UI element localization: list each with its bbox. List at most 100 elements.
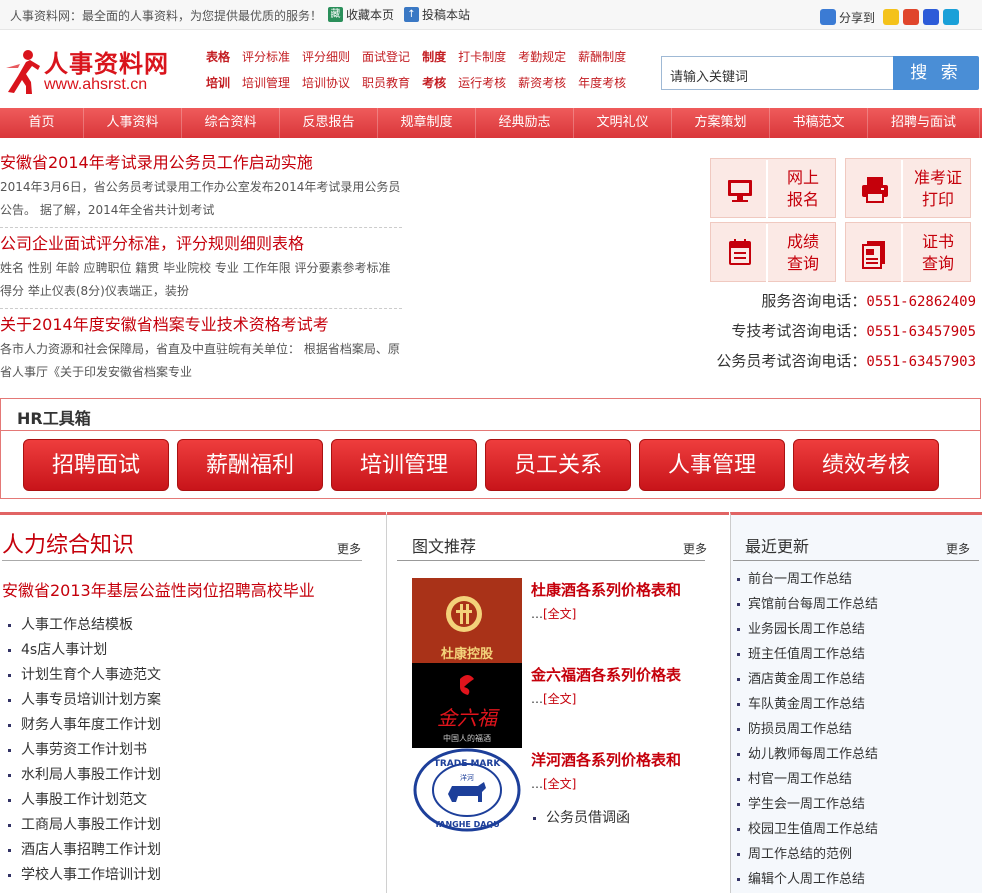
tencent-icon[interactable] <box>943 9 960 25</box>
hr-tool-button[interactable]: 招聘面试 <box>23 439 169 491</box>
header-link[interactable]: 运行考核 <box>458 74 506 100</box>
hr-tool-button[interactable]: 薪酬福利 <box>177 439 323 491</box>
list-item[interactable]: 酒店黄金周工作总结 <box>737 667 878 692</box>
news-title[interactable]: 公司企业面试评分标准，评分规则细则表格 <box>0 229 402 257</box>
nav-item[interactable]: 招聘与面试 <box>868 108 980 138</box>
nav-item[interactable]: 反思报告 <box>280 108 378 138</box>
hr-tool-button[interactable]: 员工关系 <box>485 439 631 491</box>
nav-item[interactable]: 综合资料 <box>182 108 280 138</box>
headline-link[interactable]: 安徽省2013年基层公益性岗位招聘高校毕业 <box>2 577 315 601</box>
dukang-logo-image[interactable]: 杜康控股 <box>412 578 522 663</box>
nav-item[interactable]: 人事资料 <box>84 108 182 138</box>
picture-news-title[interactable]: 洋河酒各系列价格表和 <box>531 749 681 770</box>
picture-news-title[interactable]: 杜康酒各系列价格表和 <box>531 579 681 600</box>
nav-item[interactable]: 书稿范文 <box>770 108 868 138</box>
header-link[interactable]: 职员教育 <box>362 74 410 100</box>
list-item[interactable]: 工商局人事股工作计划 <box>8 813 161 838</box>
nav-item[interactable]: 首页 <box>0 108 84 138</box>
list-item[interactable]: 4s店人事计划 <box>8 638 161 663</box>
more-link[interactable]: 更多 <box>683 540 707 557</box>
picture-news-extra[interactable]: 公务员借调函 <box>533 807 630 827</box>
divider <box>397 560 705 561</box>
list-item[interactable]: 防损员周工作总结 <box>737 717 878 742</box>
computer-icon <box>712 160 768 218</box>
header-link[interactable]: 培训 <box>206 74 230 100</box>
list-item[interactable]: 业务园长周工作总结 <box>737 617 878 642</box>
header-link[interactable]: 培训管理 <box>242 74 290 100</box>
list-item[interactable]: 学校人事工作培训计划 <box>8 863 161 888</box>
header-link[interactable]: 薪酬制度 <box>578 48 626 74</box>
header-link[interactable]: 面试登记 <box>362 48 410 74</box>
picture-news-more[interactable]: …[全文] <box>531 775 576 792</box>
picture-news-title[interactable]: 金六福酒各系列价格表 <box>531 664 681 685</box>
qzone-icon[interactable] <box>883 9 900 25</box>
hr-tool-button[interactable]: 人事管理 <box>639 439 785 491</box>
list-item[interactable]: 班主任值周工作总结 <box>737 642 878 667</box>
list-item[interactable]: 人事工作总结模板 <box>8 613 161 638</box>
header-link[interactable]: 培训协议 <box>302 74 350 100</box>
share-plus-icon[interactable] <box>820 9 836 25</box>
full-text-link[interactable]: [全文] <box>543 692 576 706</box>
list-item[interactable]: 宾馆前台每周工作总结 <box>737 592 878 617</box>
header-link[interactable]: 考核 <box>422 74 446 100</box>
more-link[interactable]: 更多 <box>337 540 361 557</box>
baidu-icon[interactable] <box>923 9 940 25</box>
news-title[interactable]: 安徽省2014年考试录用公务员工作启动实施 <box>0 148 402 176</box>
list-item[interactable]: 财务人事年度工作计划 <box>8 713 161 738</box>
header-link[interactable]: 年度考核 <box>578 74 626 100</box>
jinliufu-logo-image[interactable]: 金六福 中国人的福酒 <box>412 663 522 748</box>
list-item[interactable]: 幼儿教师每周工作总结 <box>737 742 878 767</box>
weibo-icon[interactable] <box>903 9 920 25</box>
online-registration-button[interactable]: 网上 报名 <box>710 158 836 218</box>
list-item[interactable]: 校园卫生值周工作总结 <box>737 817 878 842</box>
list-item[interactable]: 计划生育个人事迹范文 <box>8 663 161 688</box>
header-link[interactable]: 评分细则 <box>302 48 350 74</box>
hr-tool-button[interactable]: 绩效考核 <box>793 439 939 491</box>
admission-ticket-print-button[interactable]: 准考证 打印 <box>845 158 971 218</box>
nav-item[interactable]: 方案策划 <box>672 108 770 138</box>
full-text-link[interactable]: [全文] <box>543 777 576 791</box>
header-link[interactable]: 薪资考核 <box>518 74 566 100</box>
list-item[interactable]: 人事股工作计划范文 <box>8 788 161 813</box>
service-panel: 网上 报名 准考证 打印 成绩 查询 证书 查询 <box>710 158 972 284</box>
upload-icon: ↑ <box>404 6 419 22</box>
list-item[interactable]: 车队黄金周工作总结 <box>737 692 878 717</box>
favorite-link[interactable]: 藏收藏本页 <box>328 6 394 22</box>
bullet-icon <box>533 816 536 820</box>
header-link[interactable]: 考勤规定 <box>518 48 566 74</box>
nav-item[interactable]: 经典励志 <box>476 108 574 138</box>
list-item[interactable]: 学生会一周工作总结 <box>737 792 878 817</box>
list-item[interactable]: 编辑个人周工作总结 <box>737 867 878 892</box>
header-link[interactable]: 评分标准 <box>242 48 290 74</box>
header-link[interactable]: 表格 <box>206 48 230 74</box>
list-item[interactable]: 人事专员培训计划方案 <box>8 688 161 713</box>
nav-item[interactable]: 文明礼仪 <box>574 108 672 138</box>
yanghe-logo-image[interactable]: TRADE MARK YANGHE DAQU 洋河 <box>412 748 522 833</box>
news-title[interactable]: 关于2014年度安徽省档案专业技术资格考试考 <box>0 310 402 338</box>
certificate-query-button[interactable]: 证书 查询 <box>845 222 971 282</box>
score-query-button[interactable]: 成绩 查询 <box>710 222 836 282</box>
extra-link-label: 公务员借调函 <box>546 810 630 826</box>
submit-label: 投稿本站 <box>422 7 471 22</box>
site-logo[interactable]: 人事资料网 www.ahsrst.cn <box>4 42 184 104</box>
search-button[interactable]: 搜 索 <box>893 56 979 90</box>
full-text-link[interactable]: [全文] <box>543 607 576 621</box>
list-item[interactable]: 周工作总结的范例 <box>737 842 878 867</box>
header-link[interactable]: 打卡制度 <box>458 48 506 74</box>
header-link[interactable]: 制度 <box>422 48 446 74</box>
search-input[interactable]: 请输入关键词 <box>661 56 894 90</box>
list-item[interactable]: 村官一周工作总结 <box>737 767 878 792</box>
hr-tool-button[interactable]: 培训管理 <box>331 439 477 491</box>
list-item[interactable]: 酒店人事招聘工作计划 <box>8 838 161 863</box>
list-item[interactable]: 前台一周工作总结 <box>737 567 878 592</box>
picture-news-more[interactable]: …[全文] <box>531 605 576 622</box>
hotline-row: 服务咨询电话：0551-62862409 <box>700 290 982 320</box>
service-label: 打印 <box>921 190 954 209</box>
list-item[interactable]: 人事劳资工作计划书 <box>8 738 161 763</box>
more-link[interactable]: 更多 <box>946 540 970 557</box>
submit-link[interactable]: ↑ 投稿本站 <box>404 6 470 22</box>
list-item[interactable]: 水利局人事股工作计划 <box>8 763 161 788</box>
nav-item[interactable]: 规章制度 <box>378 108 476 138</box>
hotline-label: 服务咨询电话： <box>761 292 867 310</box>
picture-news-more[interactable]: …[全文] <box>531 690 576 707</box>
